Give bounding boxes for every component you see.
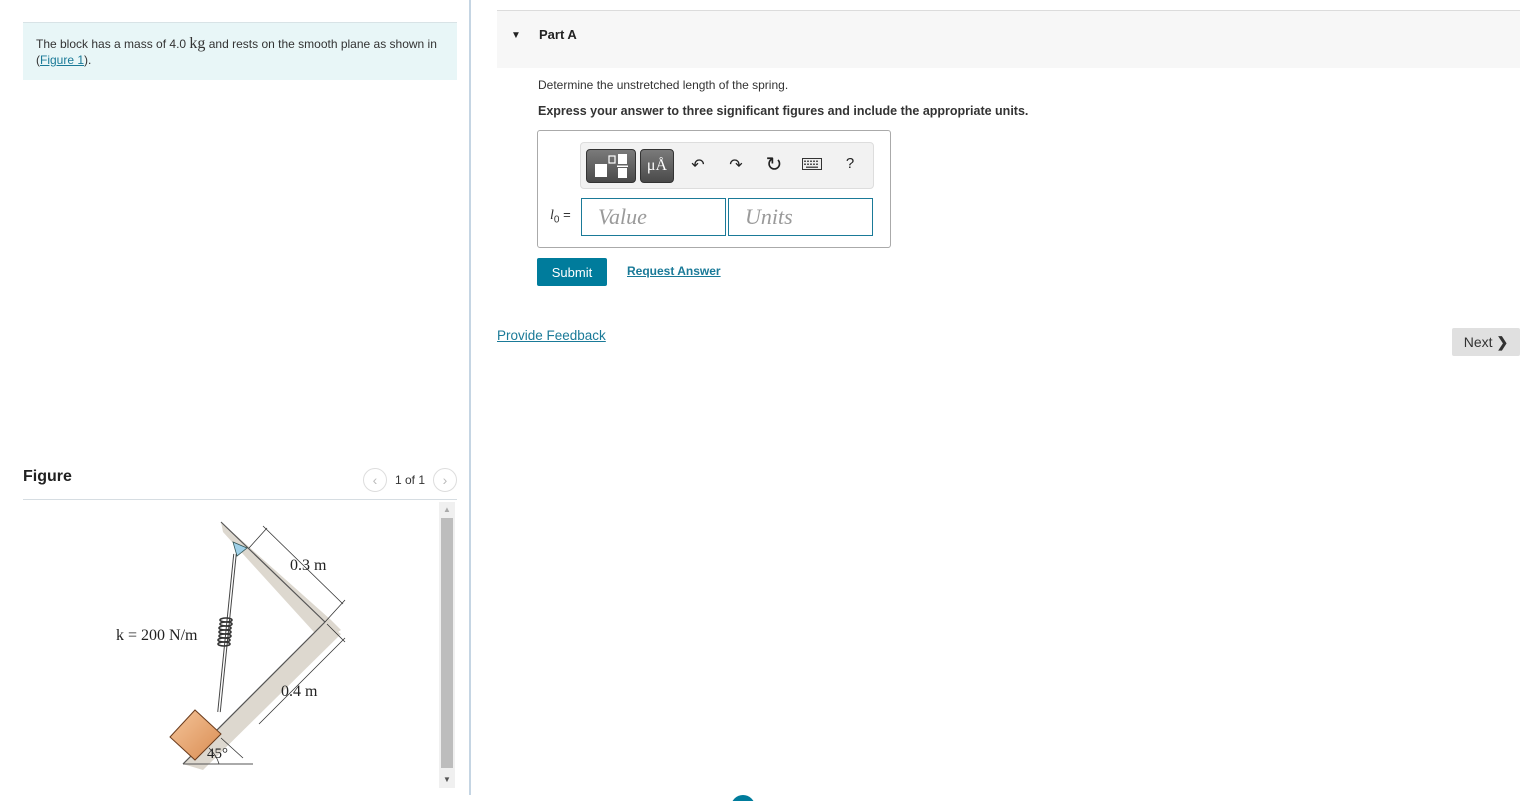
- question-text: Determine the unstretched length of the …: [538, 78, 789, 92]
- collapse-triangle-icon[interactable]: ▼: [511, 30, 521, 41]
- spring-coils: [217, 617, 233, 647]
- figure-pager: ‹ 1 of 1 ›: [362, 468, 457, 492]
- templates-button[interactable]: [586, 149, 636, 183]
- units-button[interactable]: μÅ: [640, 149, 674, 183]
- bottom-length-label: 0.4 m: [281, 683, 318, 700]
- figure-title: Figure: [23, 468, 72, 485]
- templates-icon: [595, 154, 628, 178]
- units-input[interactable]: [728, 198, 873, 236]
- answer-variable-label: l0 =: [550, 207, 571, 226]
- units-icon: μÅ: [646, 157, 668, 174]
- problem-statement: The block has a mass of 4.0 kg and rests…: [23, 22, 457, 80]
- next-button[interactable]: Next ❯: [1452, 328, 1520, 356]
- reset-icon[interactable]: ↻: [763, 152, 785, 177]
- answer-equals: =: [559, 207, 571, 222]
- problem-text-end: ).: [84, 53, 92, 67]
- value-input[interactable]: [581, 198, 726, 236]
- scroll-thumb[interactable]: [441, 518, 453, 768]
- next-label: Next: [1463, 333, 1493, 350]
- undo-icon[interactable]: ↶: [687, 155, 709, 175]
- left-pane: The block has a mass of 4.0 kg and rests…: [0, 0, 470, 801]
- figure-image: 0.3 m 0.4 m 45° k = 200 N/m: [23, 502, 435, 792]
- scroll-down-arrow-icon[interactable]: ▼: [439, 772, 455, 788]
- answer-box: μÅ ↶ ↷ ↻ ? l0 =: [537, 130, 891, 248]
- prev-figure-button[interactable]: ‹: [362, 468, 387, 492]
- part-a-header[interactable]: ▼ Part A: [497, 10, 1520, 68]
- provide-feedback-link[interactable]: Provide Feedback: [497, 328, 606, 343]
- next-figure-button[interactable]: ›: [433, 468, 457, 492]
- pane-divider[interactable]: [469, 0, 471, 795]
- chevron-right-icon: ❯: [1496, 333, 1509, 350]
- chevron-right-icon: ›: [442, 472, 448, 488]
- angle-label: 45°: [207, 746, 228, 762]
- request-answer-link[interactable]: Request Answer: [627, 264, 721, 278]
- scroll-up-arrow-icon[interactable]: ▲: [439, 502, 455, 518]
- figure-scrollbar[interactable]: ▲ ▼: [439, 502, 455, 788]
- instruction-text: Express your answer to three significant…: [538, 104, 1029, 118]
- pager-text: 1 of 1: [394, 473, 425, 487]
- mass-unit: kg: [189, 35, 206, 52]
- figure-header: Figure ‹ 1 of 1 ›: [23, 462, 457, 500]
- incline-diagram: 0.3 m 0.4 m 45° k = 200 N/m: [116, 521, 346, 770]
- chevron-left-icon: ‹: [372, 472, 378, 488]
- figure-link[interactable]: Figure 1: [40, 53, 84, 67]
- math-toolbar: μÅ ↶ ↷ ↻ ?: [580, 142, 874, 189]
- submit-button[interactable]: Submit: [537, 258, 607, 286]
- top-length-label: 0.3 m: [290, 557, 327, 574]
- redo-icon[interactable]: ↷: [725, 155, 747, 175]
- keyboard-icon[interactable]: [801, 157, 823, 175]
- help-icon[interactable]: ?: [839, 155, 861, 172]
- problem-text-before: The block has a mass of 4.0: [36, 37, 190, 51]
- spring-constant-label: k = 200 N/m: [116, 627, 198, 644]
- floating-help-button[interactable]: [731, 795, 755, 801]
- part-title: Part A: [539, 27, 577, 42]
